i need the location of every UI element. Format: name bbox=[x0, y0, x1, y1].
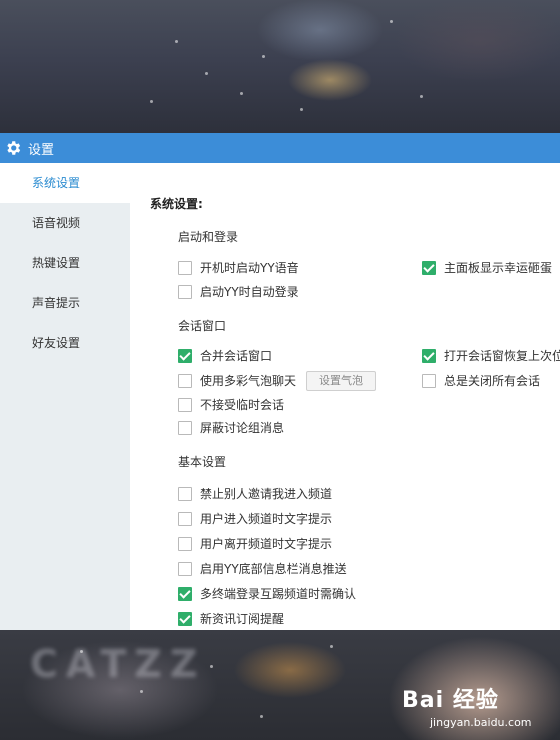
option-bottom-bar-push[interactable]: 启用YY底部信息栏消息推送 bbox=[178, 560, 347, 577]
checkbox-checked[interactable] bbox=[178, 348, 192, 363]
sidebar-item-friend-settings[interactable]: 好友设置 bbox=[0, 323, 130, 363]
option-block-channel-invites[interactable]: 禁止别人邀请我进入频道 bbox=[178, 485, 332, 502]
checkbox[interactable] bbox=[178, 284, 192, 299]
sidebar-item-sound-alerts[interactable]: 声音提示 bbox=[0, 283, 130, 323]
set-bubble-button[interactable]: 设置气泡 bbox=[306, 371, 376, 391]
checkbox-checked[interactable] bbox=[422, 348, 436, 363]
option-multi-device-confirm[interactable]: 多终端登录互踢频道时需确认 bbox=[178, 585, 356, 602]
option-user-leave-hint[interactable]: 用户离开频道时文字提示 bbox=[178, 535, 332, 552]
checkbox-checked[interactable] bbox=[422, 260, 436, 275]
option-always-close-all[interactable]: 总是关闭所有会话 bbox=[422, 372, 540, 389]
checkbox[interactable] bbox=[178, 397, 192, 412]
checkbox[interactable] bbox=[178, 511, 192, 526]
option-user-enter-hint[interactable]: 用户进入频道时文字提示 bbox=[178, 510, 332, 527]
title-bar[interactable]: 设置 bbox=[0, 133, 560, 163]
sidebar-item-voice-video[interactable]: 语音视频 bbox=[0, 203, 130, 243]
option-colorful-bubbles[interactable]: 使用多彩气泡聊天 bbox=[178, 372, 296, 389]
sidebar: 系统设置 语音视频 热键设置 声音提示 好友设置 bbox=[0, 163, 130, 630]
sidebar-item-hotkey-settings[interactable]: 热键设置 bbox=[0, 243, 130, 283]
option-reject-temp-chat[interactable]: 不接受临时会话 bbox=[178, 396, 284, 413]
background-photo-bottom: CATZZ Bai 经验 jingyan.baidu.com bbox=[0, 630, 560, 740]
checkbox[interactable] bbox=[422, 373, 436, 388]
checkbox[interactable] bbox=[178, 486, 192, 501]
option-auto-login[interactable]: 启动YY时自动登录 bbox=[178, 283, 299, 300]
checkbox[interactable] bbox=[178, 536, 192, 551]
settings-dialog: 设置 系统设置 语音视频 热键设置 声音提示 好友设置 系统设置: 启动和登录 … bbox=[0, 133, 560, 630]
checkbox-checked[interactable] bbox=[178, 611, 192, 626]
settings-content: 系统设置: 启动和登录 开机时启动YY语音 主面板显示幸运砸蛋 启动YY时自动登… bbox=[130, 163, 560, 630]
group-title-startup-login: 启动和登录 bbox=[178, 230, 239, 244]
group-title-chat-window: 会话窗口 bbox=[178, 319, 227, 333]
option-launch-on-boot[interactable]: 开机时启动YY语音 bbox=[178, 259, 299, 276]
checkbox-checked[interactable] bbox=[178, 586, 192, 601]
gear-icon bbox=[7, 141, 21, 155]
checkbox[interactable] bbox=[178, 420, 192, 435]
checkbox[interactable] bbox=[178, 373, 192, 388]
option-block-group-messages[interactable]: 屏蔽讨论组消息 bbox=[178, 419, 284, 436]
section-heading: 系统设置: bbox=[150, 197, 203, 211]
window-title: 设置 bbox=[28, 142, 55, 158]
checkbox[interactable] bbox=[178, 561, 192, 576]
sidebar-item-system-settings[interactable]: 系统设置 bbox=[0, 163, 130, 203]
background-photo-top bbox=[0, 0, 560, 133]
group-title-basic-settings: 基本设置 bbox=[178, 455, 227, 469]
option-news-subscription[interactable]: 新资讯订阅提醒 bbox=[178, 610, 284, 627]
checkbox[interactable] bbox=[178, 260, 192, 275]
option-show-lucky-egg[interactable]: 主面板显示幸运砸蛋 bbox=[422, 259, 552, 276]
option-merge-chat-windows[interactable]: 合并会话窗口 bbox=[178, 347, 272, 364]
blurred-backdrop-text: CATZZ bbox=[30, 642, 206, 686]
option-restore-chat-position[interactable]: 打开会话窗恢复上次位 bbox=[422, 347, 560, 364]
baidu-jingyan-watermark: Bai 经验 jingyan.baidu.com bbox=[402, 688, 532, 729]
